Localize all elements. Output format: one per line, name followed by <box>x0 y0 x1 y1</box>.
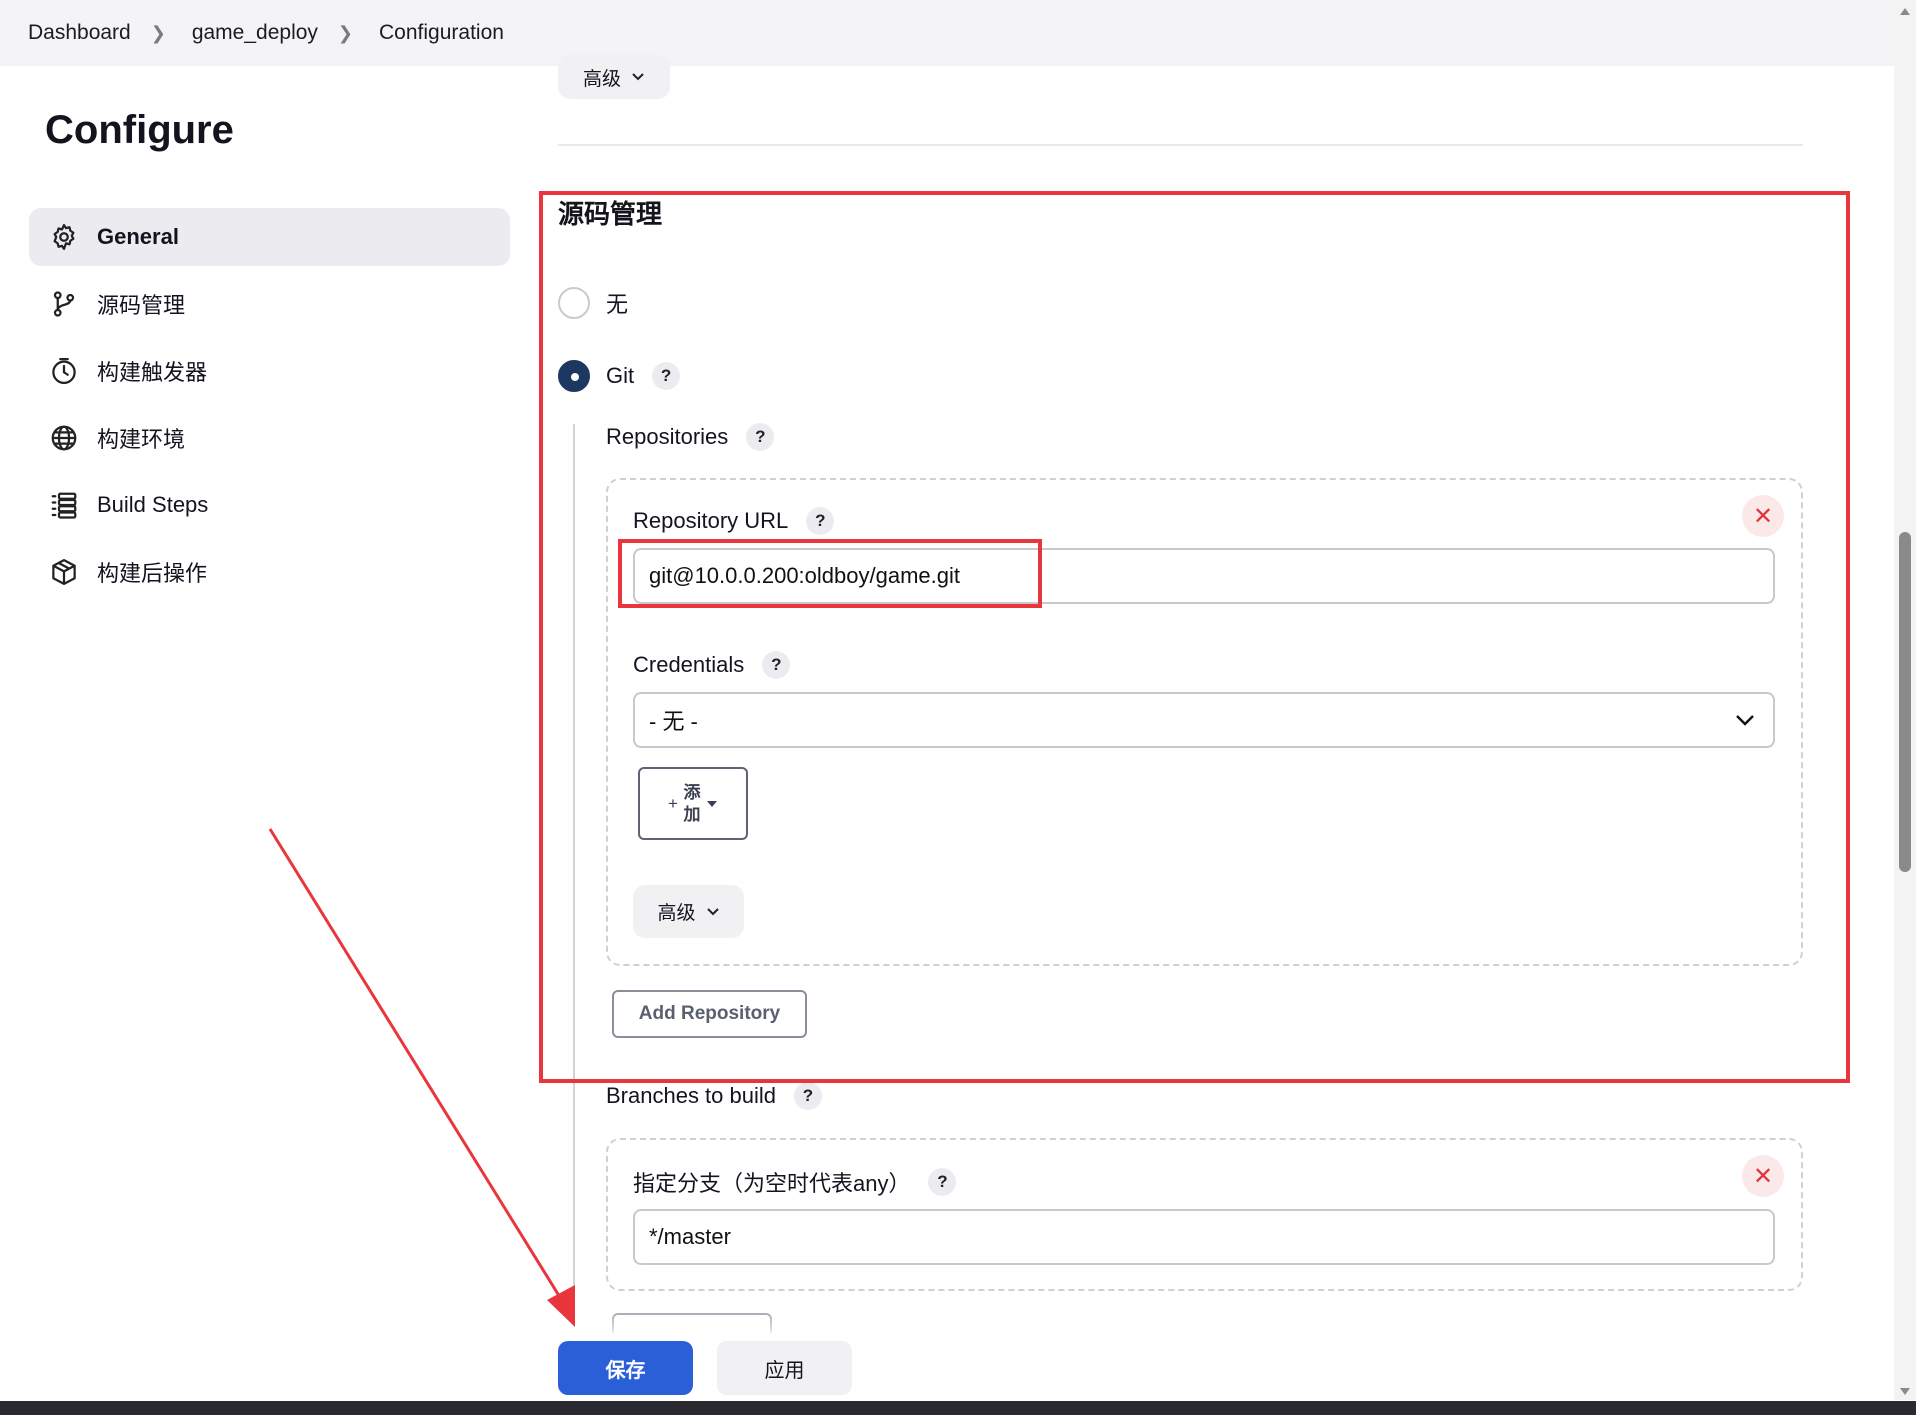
help-icon[interactable]: ? <box>928 1168 957 1196</box>
vertical-scrollbar[interactable] <box>1894 0 1916 1400</box>
radio-git-label: Git <box>606 363 635 388</box>
sidebar-item-label: Build Steps <box>97 492 209 517</box>
globe-icon <box>51 425 77 451</box>
branch-specifier-input[interactable]: */master <box>633 1209 1775 1265</box>
sidebar-item-post-build[interactable]: 构建后操作 <box>29 543 510 601</box>
advanced-label: 高级 <box>657 903 696 924</box>
sidebar-item-triggers[interactable]: 构建触发器 <box>29 342 510 400</box>
sidebar-item-environment[interactable]: 构建环境 <box>29 409 510 467</box>
help-icon[interactable]: ? <box>806 507 835 535</box>
radio-none[interactable] <box>558 287 590 319</box>
add-credentials-label: 添加 <box>683 782 701 824</box>
bottom-fade <box>530 1310 1840 1340</box>
help-icon[interactable]: ? <box>652 362 681 390</box>
chevron-right-icon: ❯ <box>337 22 354 43</box>
repository-url-value: git@10.0.0.200:oldboy/game.git <box>649 563 960 588</box>
add-credentials-button[interactable]: + 添加 <box>638 767 748 840</box>
sidebar-item-label: 源码管理 <box>97 293 186 318</box>
repositories-label-text: Repositories <box>606 424 729 449</box>
add-repository-button[interactable]: Add Repository <box>612 990 807 1038</box>
scroll-up-arrow-icon[interactable] <box>1900 8 1910 15</box>
page-title: Configure <box>45 108 234 152</box>
repository-url-label-text: Repository URL <box>633 508 789 533</box>
package-icon <box>52 559 76 585</box>
taskbar-strip <box>0 1401 1916 1415</box>
plus-icon: + <box>668 793 678 813</box>
help-icon[interactable]: ? <box>794 1082 822 1110</box>
credentials-value: - 无 - <box>649 709 698 734</box>
branch-specifier-label: 指定分支（为空时代表any） ? <box>633 1166 957 1198</box>
breadcrumb-configuration[interactable]: Configuration <box>379 21 504 45</box>
repositories-label: Repositories ? <box>606 423 775 451</box>
sidebar-item-scm[interactable]: 源码管理 <box>29 275 510 333</box>
credentials-select[interactable]: - 无 - <box>633 692 1775 748</box>
chevron-down-icon <box>706 907 719 915</box>
sidebar-item-label: 构建环境 <box>97 427 186 452</box>
help-icon[interactable]: ? <box>762 651 791 679</box>
advanced-button-top[interactable]: 高级 <box>558 55 670 99</box>
sidebar-item-label: 构建触发器 <box>97 360 208 385</box>
branches-label: Branches to build ? <box>606 1082 822 1110</box>
branch-specifier-label-text: 指定分支（为空时代表any） <box>633 1171 911 1196</box>
remove-branch-icon[interactable]: ✕ <box>1742 1155 1784 1197</box>
apply-button[interactable]: 应用 <box>717 1341 852 1395</box>
advanced-button[interactable]: 高级 <box>633 885 744 938</box>
scroll-thumb[interactable] <box>1899 532 1911 872</box>
sidebar-item-label: General <box>97 224 179 249</box>
branch-specifier-value: */master <box>649 1224 731 1249</box>
radio-git[interactable] <box>558 360 590 392</box>
repository-url-label: Repository URL ? <box>633 507 835 535</box>
scm-option-git[interactable]: Git ? <box>558 360 681 392</box>
chevron-right-icon: ❯ <box>150 22 166 43</box>
sidebar-item-label: 构建后操作 <box>97 561 208 586</box>
caret-down-icon <box>706 800 717 807</box>
top-bar: Dashboard ❯ game_deploy ❯ Configuration <box>0 0 1894 66</box>
chevron-down-icon <box>1736 715 1754 726</box>
radio-none-label: 无 <box>606 292 629 317</box>
sidebar-item-general[interactable]: General <box>29 208 510 266</box>
annotation-arrow-line <box>268 828 568 1308</box>
breadcrumb-dashboard[interactable]: Dashboard <box>28 21 131 45</box>
sidebar-item-build-steps[interactable]: Build Steps <box>29 476 510 534</box>
branch-icon <box>53 291 75 317</box>
section-divider <box>558 144 1803 146</box>
scroll-down-arrow-icon[interactable] <box>1900 1388 1910 1395</box>
breadcrumb: Dashboard ❯ game_deploy ❯ Configuration <box>28 0 504 66</box>
repository-url-input[interactable]: git@10.0.0.200:oldboy/game.git <box>633 548 1775 604</box>
credentials-label-text: Credentials <box>633 652 745 677</box>
gear-icon <box>53 224 75 250</box>
list-icon <box>51 492 77 519</box>
clock-icon <box>52 358 76 384</box>
sidebar: General 源码管理 构建触发器 构建环境 Build Steps 构建后操… <box>29 208 510 610</box>
git-options-indent-line <box>573 424 575 1324</box>
branches-label-text: Branches to build <box>606 1083 776 1108</box>
remove-repository-icon[interactable]: ✕ <box>1742 495 1784 537</box>
scm-option-none[interactable]: 无 <box>558 287 628 319</box>
save-button[interactable]: 保存 <box>558 1341 693 1395</box>
help-icon[interactable]: ? <box>746 423 775 451</box>
credentials-label: Credentials ? <box>633 651 791 679</box>
advanced-label: 高级 <box>582 68 621 90</box>
chevron-down-icon <box>632 73 644 81</box>
scm-section-title: 源码管理 <box>558 199 663 229</box>
breadcrumb-game-deploy[interactable]: game_deploy <box>192 21 318 45</box>
